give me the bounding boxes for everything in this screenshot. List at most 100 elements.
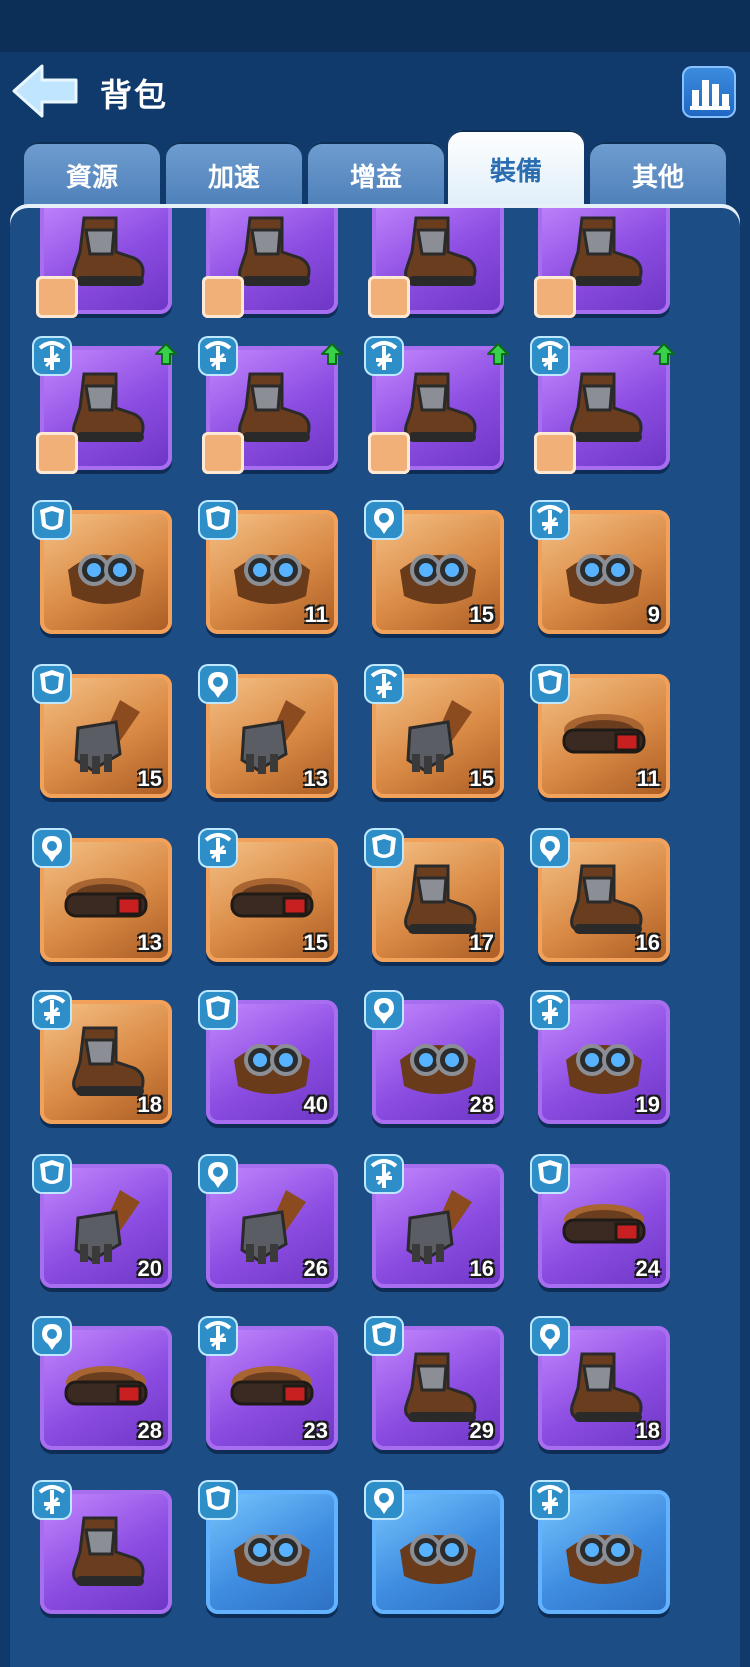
hero-avatar (368, 432, 410, 474)
inventory-item-tile[interactable] (202, 208, 338, 318)
inventory-item-tile[interactable]: 15 (32, 664, 172, 798)
item-count: 18 (137, 1092, 162, 1117)
inventory-item-tile[interactable]: 11 (198, 500, 338, 634)
inventory-item-tile[interactable]: 19 (530, 990, 670, 1124)
goggles-icon (62, 530, 150, 614)
bar-chart-icon (690, 80, 730, 110)
pin-type-icon (530, 1316, 570, 1356)
inventory-item-tile[interactable]: 18 (530, 1316, 670, 1450)
item-count: 29 (469, 1418, 494, 1443)
tab-speedups[interactable]: 加速 (166, 142, 302, 208)
belt-icon (560, 694, 648, 778)
inventory-grid: 11 15 9 15 13 15 11 13 15 17 16 18 40 28… (10, 208, 740, 1667)
inventory-item-tile[interactable]: 17 (364, 828, 504, 962)
item-count: 23 (303, 1418, 328, 1443)
inventory-item-tile[interactable]: 40 (198, 990, 338, 1124)
shield-type-icon (364, 1316, 404, 1356)
goggles-icon (394, 1510, 482, 1594)
inventory-item-tile[interactable]: 23 (198, 1316, 338, 1450)
upgrade-arrow-icon (652, 342, 676, 366)
hero-avatar (534, 276, 576, 318)
inventory-item-tile[interactable]: 24 (530, 1154, 670, 1288)
item-count: 16 (469, 1256, 494, 1281)
inventory-item-tile[interactable]: 28 (32, 1316, 172, 1450)
stats-button[interactable] (682, 66, 736, 118)
inventory-item-tile[interactable]: 13 (32, 828, 172, 962)
item-count: 18 (635, 1418, 660, 1443)
shield-type-icon (198, 500, 238, 540)
crossbow-type-icon (198, 1316, 238, 1356)
crossbow-type-icon (530, 336, 570, 376)
crossbow-type-icon (364, 336, 404, 376)
inventory-panel: 11 15 9 15 13 15 11 13 15 17 16 18 40 28… (10, 208, 740, 1667)
hero-avatar (202, 432, 244, 474)
pin-type-icon (32, 1316, 72, 1356)
shield-type-icon (530, 1154, 570, 1194)
crossbow-type-icon (530, 1480, 570, 1520)
shield-type-icon (32, 500, 72, 540)
shield-type-icon (364, 828, 404, 868)
crossbow-type-icon (198, 336, 238, 376)
shield-type-icon (32, 1154, 72, 1194)
inventory-item-tile[interactable]: 9 (530, 500, 670, 634)
inventory-item-tile[interactable] (364, 336, 509, 474)
page-title: 背包 (100, 77, 169, 113)
item-count: 24 (635, 1256, 660, 1281)
upgrade-arrow-icon (154, 342, 178, 366)
item-count: 15 (303, 930, 328, 955)
shield-type-icon (198, 990, 238, 1030)
inventory-item-tile[interactable]: 15 (198, 828, 338, 962)
inventory-item-tile[interactable] (198, 336, 343, 474)
inventory-item-tile[interactable] (530, 336, 675, 474)
inventory-item-tile[interactable] (32, 336, 177, 474)
shield-type-icon (198, 1480, 238, 1520)
hero-avatar (36, 276, 78, 318)
tab-other[interactable]: 其他 (590, 142, 726, 208)
item-count: 28 (469, 1092, 494, 1117)
inventory-item-tile[interactable]: 13 (198, 664, 338, 798)
tab-boosts[interactable]: 增益 (308, 142, 444, 208)
inventory-item-tile[interactable] (36, 208, 172, 318)
pin-type-icon (198, 664, 238, 704)
upgrade-arrow-icon (320, 342, 344, 366)
crossbow-type-icon (198, 828, 238, 868)
inventory-item-tile[interactable]: 11 (530, 664, 670, 798)
goggles-icon (560, 1510, 648, 1594)
inventory-item-tile[interactable]: 18 (32, 990, 172, 1124)
crossbow-type-icon (364, 1154, 404, 1194)
inventory-item-tile[interactable]: 16 (530, 828, 670, 962)
tab-equipment[interactable]: 裝備 (448, 130, 584, 208)
status-bar (0, 0, 750, 52)
inventory-item-tile[interactable]: 29 (364, 1316, 504, 1450)
upgrade-arrow-icon (486, 342, 510, 366)
hero-avatar (368, 276, 410, 318)
inventory-item-tile[interactable]: 28 (364, 990, 504, 1124)
crossbow-type-icon (32, 990, 72, 1030)
item-count: 26 (303, 1256, 328, 1281)
item-count: 15 (469, 602, 494, 627)
item-count: 11 (304, 602, 328, 627)
inventory-item-tile[interactable] (32, 500, 172, 634)
inventory-item-tile[interactable] (32, 1480, 172, 1614)
item-count: 15 (137, 766, 162, 791)
hero-avatar (36, 432, 78, 474)
inventory-item-tile[interactable] (368, 208, 504, 318)
tab-resources[interactable]: 資源 (24, 142, 160, 208)
inventory-item-tile[interactable]: 16 (364, 1154, 504, 1288)
inventory-item-tile[interactable]: 15 (364, 500, 504, 634)
pin-type-icon (364, 1480, 404, 1520)
header: 背包 (0, 52, 750, 130)
inventory-item-tile[interactable] (364, 1480, 504, 1614)
pin-type-icon (530, 828, 570, 868)
inventory-item-tile[interactable]: 20 (32, 1154, 172, 1288)
inventory-item-tile[interactable] (530, 1480, 670, 1614)
goggles-icon (228, 1510, 316, 1594)
back-button[interactable] (10, 62, 80, 120)
item-count: 9 (647, 602, 660, 627)
inventory-item-tile[interactable]: 15 (364, 664, 504, 798)
item-count: 40 (303, 1092, 328, 1117)
inventory-item-tile[interactable]: 26 (198, 1154, 338, 1288)
item-count: 16 (635, 930, 660, 955)
inventory-item-tile[interactable] (198, 1480, 338, 1614)
inventory-item-tile[interactable] (534, 208, 670, 318)
